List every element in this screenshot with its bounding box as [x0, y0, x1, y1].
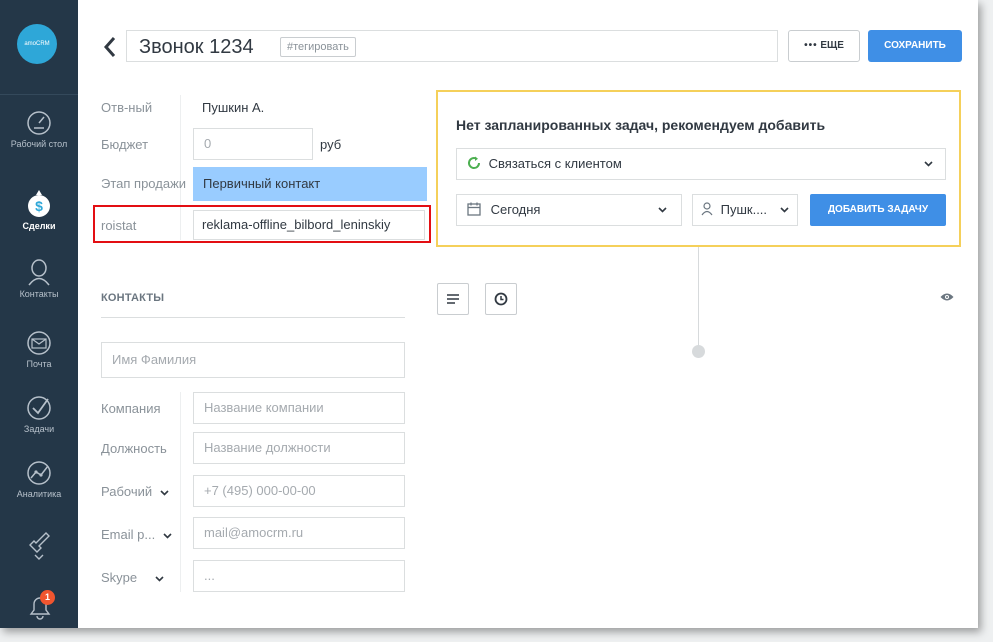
save-button[interactable]: СОХРАНИТЬ [868, 30, 962, 62]
add-task-button[interactable]: ДОБАВИТЬ ЗАДАЧУ [810, 194, 946, 226]
sidebar-item-analytics[interactable]: Аналитика [0, 460, 78, 499]
position-label: Должность [101, 441, 167, 456]
sidebar-item-label: Сделки [22, 221, 56, 231]
chevron-down-icon [780, 207, 789, 213]
tasks-icon [27, 396, 51, 420]
sidebar-divider [0, 94, 78, 95]
clock-icon [494, 292, 508, 306]
sidebar-item-contacts[interactable]: Контакты [0, 258, 78, 299]
stage-label: Этап продажи [101, 176, 187, 191]
settings-icon [29, 532, 50, 560]
sidebar-item-mail[interactable]: Почта [0, 330, 78, 369]
back-arrow-icon[interactable] [102, 35, 118, 59]
refresh-icon [468, 156, 481, 169]
email-type-select[interactable]: Email р... [101, 527, 172, 542]
deals-icon: $ [28, 190, 50, 217]
chevron-down-icon [160, 490, 169, 496]
sidebar-item-label: Рабочий стол [10, 139, 68, 149]
svg-text:$: $ [35, 198, 43, 214]
user-icon [701, 202, 713, 216]
more-dots-icon: ••• [804, 40, 818, 51]
sidebar-item-label: Почта [26, 359, 52, 369]
contacts-icon [28, 259, 50, 286]
sidebar-item-dashboard[interactable]: Рабочий стол [0, 110, 78, 149]
budget-unit: руб [320, 137, 342, 152]
sidebar-item-tasks[interactable]: Задачи [0, 395, 78, 434]
sidebar-item-label: Аналитика [16, 489, 62, 499]
more-label: ЕЩЕ [820, 40, 844, 51]
sidebar-item-settings[interactable] [0, 530, 78, 563]
page-title: Звонок 1234 [139, 36, 254, 58]
contact-name-input[interactable]: Имя Фамилия [101, 342, 405, 378]
task-user-select[interactable]: Пушк.... [692, 194, 798, 226]
timeline-dot [692, 345, 705, 358]
phone-type-select[interactable]: Рабочий [101, 484, 169, 499]
task-type-select[interactable]: Связаться с клиентом [456, 148, 946, 180]
title-field[interactable]: Звонок 1234 #тегировать [126, 30, 778, 62]
chevron-down-icon [155, 576, 164, 582]
budget-label: Бюджет [101, 137, 149, 152]
eye-icon[interactable] [940, 292, 954, 302]
notification-badge: 1 [40, 590, 55, 605]
chevron-down-icon [658, 207, 667, 213]
timeline-line [698, 247, 699, 352]
sidebar-item-label: Контакты [19, 289, 59, 299]
analytics-icon [27, 461, 51, 485]
tag-button[interactable]: #тегировать [280, 37, 356, 57]
responsible-value[interactable]: Пушкин А. [202, 100, 264, 115]
roistat-label: roistat [101, 218, 137, 233]
task-panel-title: Нет запланированных задач, рекомендуем д… [456, 117, 826, 133]
app-window: amoCRM Рабочий стол $ Сделки Контакты По… [0, 0, 978, 628]
responsible-label: Отв-ный [101, 100, 153, 115]
company-input[interactable]: Название компании [193, 392, 405, 424]
position-input[interactable]: Название должности [193, 432, 405, 464]
dashboard-icon [27, 111, 51, 135]
task-date-select[interactable]: Сегодня [456, 194, 682, 226]
label-divider [180, 392, 181, 592]
mail-icon [27, 331, 51, 355]
chevron-down-icon [924, 161, 933, 167]
contacts-heading: КОНТАКТЫ [101, 292, 165, 304]
list-icon [447, 294, 459, 304]
messenger-type-select[interactable]: Skype [101, 570, 164, 585]
task-panel: Нет запланированных задач, рекомендуем д… [436, 90, 961, 247]
sidebar-item-deals[interactable]: $ Сделки [0, 188, 78, 231]
notes-filter-button[interactable] [437, 283, 469, 315]
calendar-icon [467, 202, 481, 216]
history-filter-button[interactable] [485, 283, 517, 315]
sidebar: amoCRM Рабочий стол $ Сделки Контакты По… [0, 0, 78, 628]
phone-input[interactable]: +7 (495) 000-00-00 [193, 475, 405, 507]
company-label: Компания [101, 401, 161, 416]
skype-input[interactable]: ... [193, 560, 405, 592]
logo[interactable]: amoCRM [17, 24, 57, 64]
sidebar-item-label: Задачи [23, 424, 55, 434]
stage-select[interactable]: Первичный контакт [193, 167, 427, 201]
email-input[interactable]: mail@amocrm.ru [193, 517, 405, 549]
budget-input[interactable]: 0 [193, 128, 313, 160]
contacts-divider [101, 317, 405, 318]
roistat-input[interactable]: reklama-offline_bilbord_leninskiy [193, 210, 425, 240]
more-button[interactable]: ••• ЕЩЕ [788, 30, 860, 62]
chevron-down-icon [163, 533, 172, 539]
